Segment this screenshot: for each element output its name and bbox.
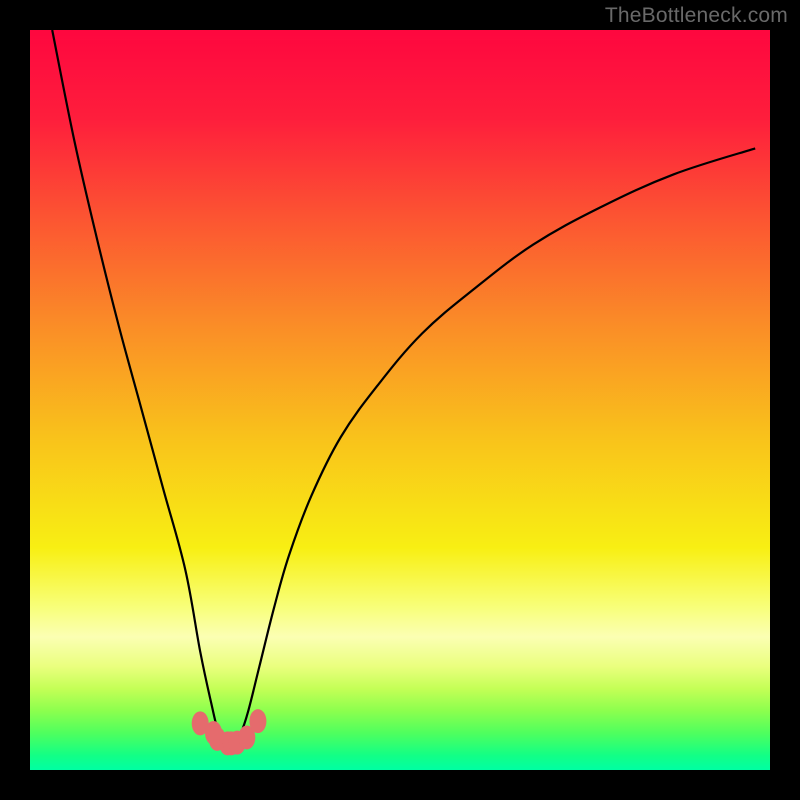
watermark-text: TheBottleneck.com bbox=[605, 4, 788, 28]
curve-markers bbox=[192, 709, 267, 755]
curve-layer bbox=[30, 30, 770, 770]
chart-frame: TheBottleneck.com bbox=[0, 0, 800, 800]
bottleneck-curve bbox=[52, 30, 755, 746]
marker-point bbox=[249, 709, 266, 733]
plot-area bbox=[30, 30, 770, 770]
